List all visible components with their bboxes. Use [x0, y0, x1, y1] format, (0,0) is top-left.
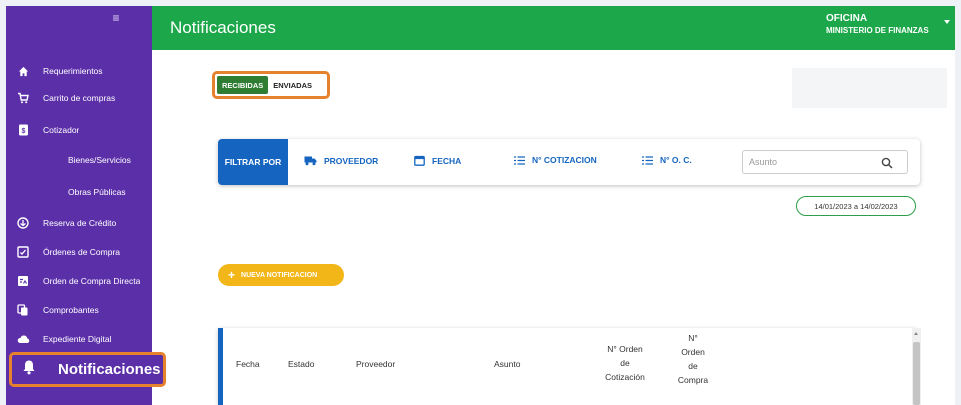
header-line: Orden	[681, 347, 705, 357]
sidebar-item-requerimientos[interactable]: Requerimientos	[6, 60, 152, 82]
filter-option-label: N° COTIZACION	[532, 155, 597, 165]
sidebar-item-orden-directa[interactable]: Orden de Compra Directa	[6, 270, 152, 292]
sidebar-item-reserva-credito[interactable]: Reserva de Crédito	[6, 212, 152, 234]
sidebar-item-label: Bienes/Servicios	[68, 155, 131, 165]
search-box	[742, 150, 908, 174]
filter-bar: FILTRAR POR PROVEEDOR FECHA N° COTIZACIO…	[218, 139, 920, 185]
column-header-proveedor[interactable]: Proveedor	[356, 357, 395, 371]
sidebar-item-label: Expediente Digital	[43, 334, 112, 344]
header-line: N° Orden	[607, 344, 643, 354]
sidebar-item-label: Obras Públicas	[68, 187, 126, 197]
sidebar-subitem-bienes-servicios[interactable]: Bienes/Servicios	[6, 149, 152, 171]
header-line: N°	[688, 333, 698, 343]
filter-cotizacion[interactable]: N° COTIZACION	[514, 155, 597, 165]
sidebar: ≡ Requerimientos Carrito de compras $ Co…	[6, 6, 152, 405]
tab-enviadas[interactable]: ENVIADAS	[268, 76, 317, 94]
scroll-up-icon[interactable]	[914, 332, 918, 335]
calendar-icon	[414, 155, 425, 166]
svg-text:$: $	[21, 128, 25, 135]
filter-option-label: N° O. C.	[660, 155, 692, 165]
column-header-nro-compra[interactable]: N° Orden de Compra	[673, 331, 713, 387]
header-placeholder-panel	[792, 68, 947, 108]
app-frame: ≡ Requerimientos Carrito de compras $ Co…	[6, 6, 955, 405]
office-selector[interactable]: OFICINA MINISTERIO DE FINANZAS	[826, 13, 929, 35]
caret-down-icon[interactable]	[944, 20, 950, 24]
column-header-estado[interactable]: Estado	[288, 357, 314, 371]
sidebar-item-ordenes-compra[interactable]: Órdenes de Compra	[6, 241, 152, 263]
filter-label: FILTRAR POR	[218, 139, 288, 185]
sidebar-item-label: Órdenes de Compra	[43, 247, 121, 257]
filter-orden-compra[interactable]: N° O. C.	[642, 155, 692, 165]
bell-icon	[22, 359, 36, 380]
home-icon	[16, 64, 30, 78]
office-name: MINISTERIO DE FINANZAS	[826, 26, 929, 35]
new-notification-label: NUEVA NOTIFICACION	[241, 271, 318, 279]
column-header-nro-cotizacion[interactable]: N° Orden de Cotización	[599, 342, 651, 384]
sidebar-item-notificaciones[interactable]: Notificaciones	[9, 352, 166, 387]
header-line: de	[688, 361, 698, 371]
truck-icon	[304, 155, 317, 166]
header-line: Compra	[677, 375, 709, 385]
header-line: de	[620, 358, 630, 368]
header-line: Cotización	[605, 372, 645, 382]
new-notification-button[interactable]: + NUEVA NOTIFICACION	[218, 264, 344, 286]
sidebar-item-label: Requerimientos	[43, 66, 103, 76]
filter-fecha[interactable]: FECHA	[414, 155, 461, 166]
top-header: Notificaciones OFICINA MINISTERIO DE FIN…	[152, 6, 955, 50]
notifications-table: Fecha Estado Proveedor Asunto N° Orden d…	[218, 328, 916, 405]
sidebar-item-comprobantes[interactable]: Comprobantes	[6, 299, 152, 321]
column-header-asunto[interactable]: Asunto	[494, 357, 520, 371]
filter-option-label: PROVEEDOR	[324, 155, 379, 166]
sidebar-item-label: Reserva de Crédito	[43, 218, 117, 228]
notification-tabs: RECIBIDAS ENVIADAS	[212, 71, 330, 99]
collapse-menu-icon[interactable]: ≡	[109, 11, 123, 25]
tab-recibidas[interactable]: RECIBIDAS	[217, 76, 269, 94]
cart-icon	[16, 91, 30, 105]
document-dollar-icon: $	[16, 123, 30, 137]
filter-proveedor[interactable]: PROVEEDOR	[304, 155, 378, 166]
sidebar-subitem-obras-publicas[interactable]: Obras Públicas	[6, 181, 152, 203]
receipts-icon	[16, 303, 30, 317]
direct-order-icon	[16, 274, 30, 288]
purchase-order-icon	[16, 245, 30, 259]
sidebar-item-label: Cotizador	[43, 125, 80, 135]
sidebar-item-label: Notificaciones	[58, 361, 161, 378]
list-icon	[642, 155, 653, 165]
sidebar-item-expediente[interactable]: Expediente Digital	[6, 328, 152, 350]
sidebar-item-label: Orden de Compra Directa	[43, 276, 141, 286]
search-input[interactable]	[749, 157, 879, 167]
list-icon	[514, 155, 525, 165]
date-range-chip[interactable]: 14/01/2023 a 14/02/2023	[796, 196, 916, 216]
column-header-fecha[interactable]: Fecha	[236, 357, 260, 371]
filter-option-label: FECHA	[432, 155, 462, 166]
sidebar-item-label: Carrito de compras	[43, 93, 116, 103]
cloud-icon	[16, 332, 30, 346]
sidebar-item-label: Comprobantes	[43, 305, 99, 315]
page-title: Notificaciones	[170, 18, 276, 37]
credit-reserve-icon	[16, 216, 30, 230]
search-icon[interactable]	[881, 156, 893, 174]
sidebar-item-cotizador[interactable]: $ Cotizador	[6, 119, 152, 141]
sidebar-item-carrito[interactable]: Carrito de compras	[6, 87, 152, 109]
plus-icon: +	[228, 268, 236, 282]
scrollbar-thumb[interactable]	[913, 342, 920, 405]
office-title: OFICINA	[826, 13, 868, 24]
